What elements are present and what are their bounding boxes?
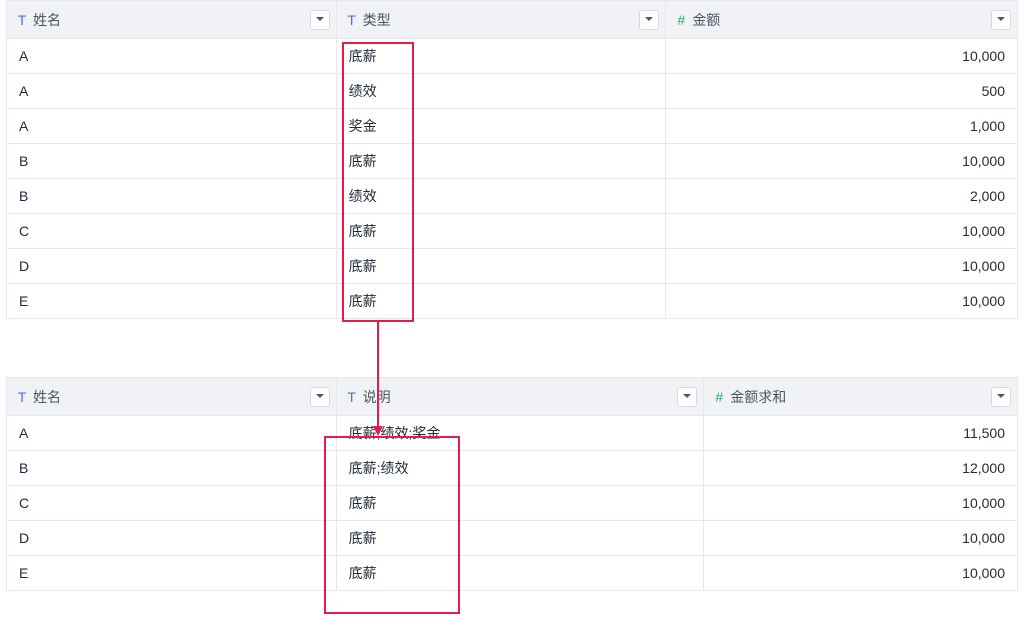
table-row: A绩效500 [7,74,1018,109]
table-row: B绩效2,000 [7,179,1018,214]
table-row: B底薪;绩效12,000 [7,451,1018,486]
column-dropdown-button[interactable] [310,10,330,30]
number-type-icon: # [674,12,688,28]
cell-name[interactable]: B [7,451,337,486]
cell-amount[interactable]: 1,000 [666,109,1018,144]
cell-name[interactable]: A [7,39,337,74]
cell-name[interactable]: A [7,74,337,109]
table-row: C底薪10,000 [7,486,1018,521]
column-dropdown-button[interactable] [310,387,330,407]
header-label: 金额求和 [730,387,786,407]
cell-amount[interactable]: 10,000 [666,39,1018,74]
header-label: 金额 [692,10,720,30]
cell-type[interactable]: 底薪 [336,144,666,179]
cell-amount[interactable]: 10,000 [666,249,1018,284]
header-label: 说明 [363,387,391,407]
cell-sum[interactable]: 10,000 [704,521,1018,556]
table-row: C底薪10,000 [7,214,1018,249]
cell-name[interactable]: A [7,416,337,451]
table-row: D底薪10,000 [7,249,1018,284]
text-type-icon: T [345,389,359,405]
cell-type[interactable]: 绩效 [336,179,666,214]
column-header-amount[interactable]: # 金额 [666,1,1018,39]
chevron-down-icon [683,394,691,399]
cell-name[interactable]: B [7,179,337,214]
table-row: A奖金1,000 [7,109,1018,144]
cell-type[interactable]: 底薪 [336,214,666,249]
header-label: 姓名 [33,387,61,407]
table-row: E底薪10,000 [7,284,1018,319]
cell-name[interactable]: D [7,249,337,284]
cell-name[interactable]: C [7,486,337,521]
table-row: E底薪10,000 [7,556,1018,591]
cell-name[interactable]: A [7,109,337,144]
column-dropdown-button[interactable] [677,387,697,407]
cell-amount[interactable]: 10,000 [666,144,1018,179]
text-type-icon: T [15,389,29,405]
cell-name[interactable]: B [7,144,337,179]
cell-type[interactable]: 底薪 [336,249,666,284]
cell-desc[interactable]: 底薪 [336,486,704,521]
chevron-down-icon [316,17,324,22]
source-table: T 姓名 T 类型 [6,0,1018,319]
table-row: D底薪10,000 [7,521,1018,556]
table-row: B底薪10,000 [7,144,1018,179]
chevron-down-icon [316,394,324,399]
column-header-sum[interactable]: # 金额求和 [704,378,1018,416]
cell-type[interactable]: 奖金 [336,109,666,144]
cell-sum[interactable]: 10,000 [704,486,1018,521]
cell-desc[interactable]: 底薪 [336,521,704,556]
cell-amount[interactable]: 10,000 [666,214,1018,249]
chevron-down-icon [997,394,1005,399]
cell-amount[interactable]: 500 [666,74,1018,109]
cell-name[interactable]: C [7,214,337,249]
text-type-icon: T [345,12,359,28]
cell-name[interactable]: E [7,556,337,591]
cell-desc[interactable]: 底薪 [336,556,704,591]
chevron-down-icon [645,17,653,22]
cell-desc[interactable]: 底薪;绩效 [336,451,704,486]
cell-sum[interactable]: 10,000 [704,556,1018,591]
result-table: T 姓名 T 说明 [6,377,1018,591]
cell-name[interactable]: E [7,284,337,319]
column-dropdown-button[interactable] [991,387,1011,407]
column-header-name[interactable]: T 姓名 [7,378,337,416]
cell-sum[interactable]: 11,500 [704,416,1018,451]
column-dropdown-button[interactable] [991,10,1011,30]
cell-amount[interactable]: 10,000 [666,284,1018,319]
table-row: A底薪;绩效;奖金11,500 [7,416,1018,451]
cell-name[interactable]: D [7,521,337,556]
column-header-type[interactable]: T 类型 [336,1,666,39]
cell-type[interactable]: 绩效 [336,74,666,109]
column-header-desc[interactable]: T 说明 [336,378,704,416]
cell-sum[interactable]: 12,000 [704,451,1018,486]
number-type-icon: # [712,389,726,405]
chevron-down-icon [997,17,1005,22]
column-header-name[interactable]: T 姓名 [7,1,337,39]
header-label: 类型 [363,10,391,30]
header-label: 姓名 [33,10,61,30]
text-type-icon: T [15,12,29,28]
cell-type[interactable]: 底薪 [336,39,666,74]
table-row: A底薪10,000 [7,39,1018,74]
column-dropdown-button[interactable] [639,10,659,30]
cell-desc[interactable]: 底薪;绩效;奖金 [336,416,704,451]
cell-type[interactable]: 底薪 [336,284,666,319]
cell-amount[interactable]: 2,000 [666,179,1018,214]
